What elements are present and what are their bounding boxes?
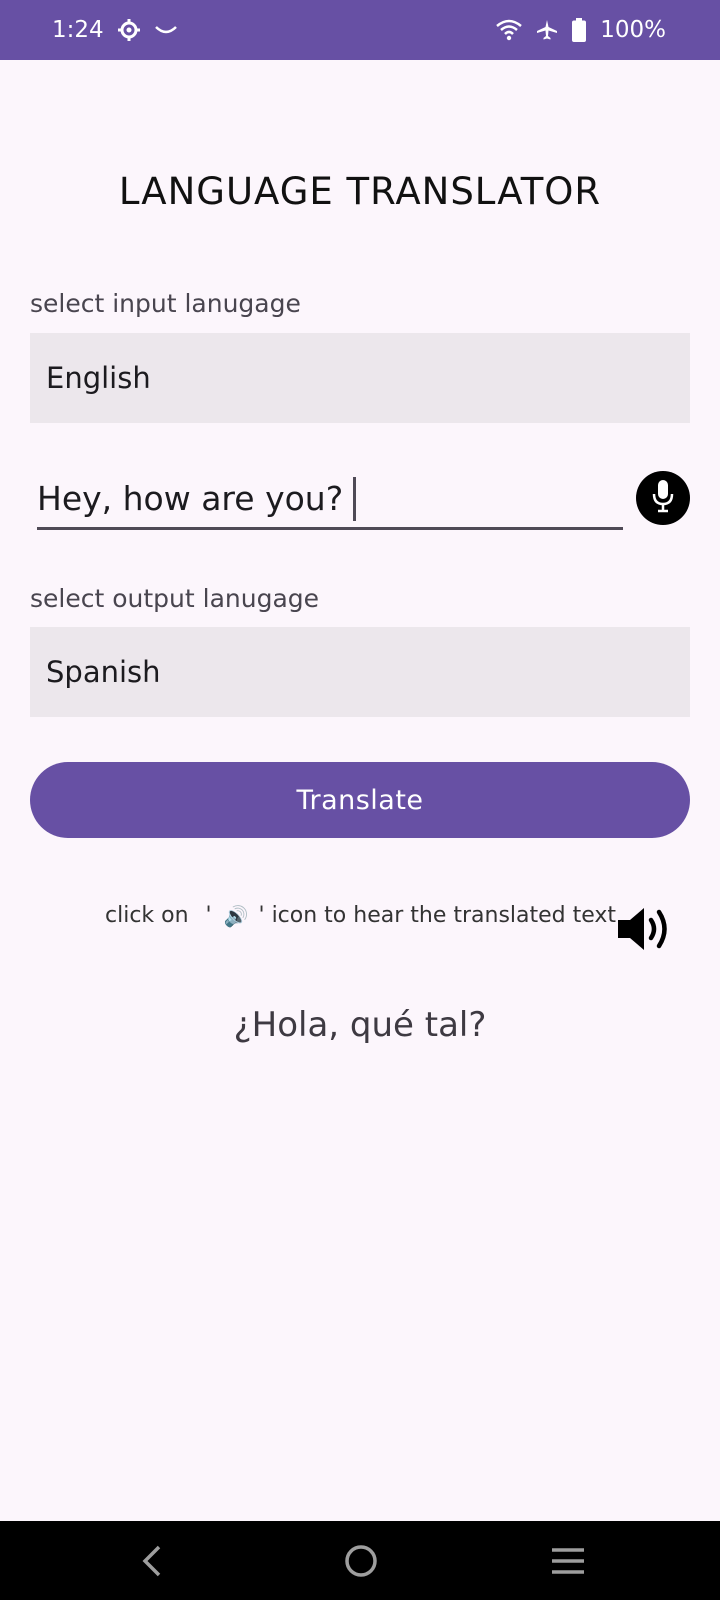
input-language-value: English (46, 361, 151, 395)
output-language-label: select output lanugage (30, 584, 320, 613)
status-bar-right: 100% (496, 17, 666, 43)
back-chevron-icon (133, 1545, 173, 1585)
speaker-icon (616, 908, 676, 959)
status-bar-left: 1:24 (52, 17, 178, 43)
status-bar: 1:24 100% (0, 0, 720, 60)
battery-percent: 100% (600, 17, 666, 43)
microphone-button[interactable] (636, 471, 690, 525)
status-time: 1:24 (52, 17, 104, 43)
hint-speaker-emoji: 🔊 (223, 903, 249, 928)
output-language-dropdown[interactable]: Spanish (30, 627, 690, 717)
cloud-icon (154, 23, 178, 37)
airplane-icon (536, 19, 558, 41)
translate-button-label: Translate (296, 784, 424, 816)
source-text-input[interactable]: Hey, how are you? (37, 470, 623, 530)
translated-output: ¿Hola, qué tal? (233, 1005, 487, 1045)
output-language-value: Spanish (46, 655, 161, 689)
speaker-hint: click on ' 🔊 ' icon to hear the translat… (105, 903, 616, 928)
home-circle-icon (341, 1545, 381, 1585)
settings-gear-icon (117, 19, 140, 41)
hint-prefix: click on (105, 903, 196, 928)
menu-lines-icon (548, 1548, 588, 1585)
source-text-value: Hey, how are you? (37, 479, 344, 518)
hint-quote-open: ' (205, 903, 212, 928)
speaker-button[interactable] (616, 903, 676, 955)
page-title: LANGUAGE TRANSLATOR (118, 170, 602, 213)
back-button[interactable] (133, 1541, 173, 1581)
navigation-bar (0, 1521, 720, 1600)
translate-button[interactable]: Translate (30, 762, 690, 838)
text-cursor (353, 476, 357, 521)
input-language-dropdown[interactable]: English (30, 333, 690, 423)
wifi-icon (496, 19, 523, 41)
battery-icon (572, 18, 587, 42)
hint-suffix: icon to hear the translated text (264, 903, 617, 928)
recents-button[interactable] (548, 1541, 588, 1581)
home-button[interactable] (341, 1541, 381, 1581)
input-language-label: select input lanugage (30, 289, 301, 318)
microphone-icon (650, 478, 676, 518)
